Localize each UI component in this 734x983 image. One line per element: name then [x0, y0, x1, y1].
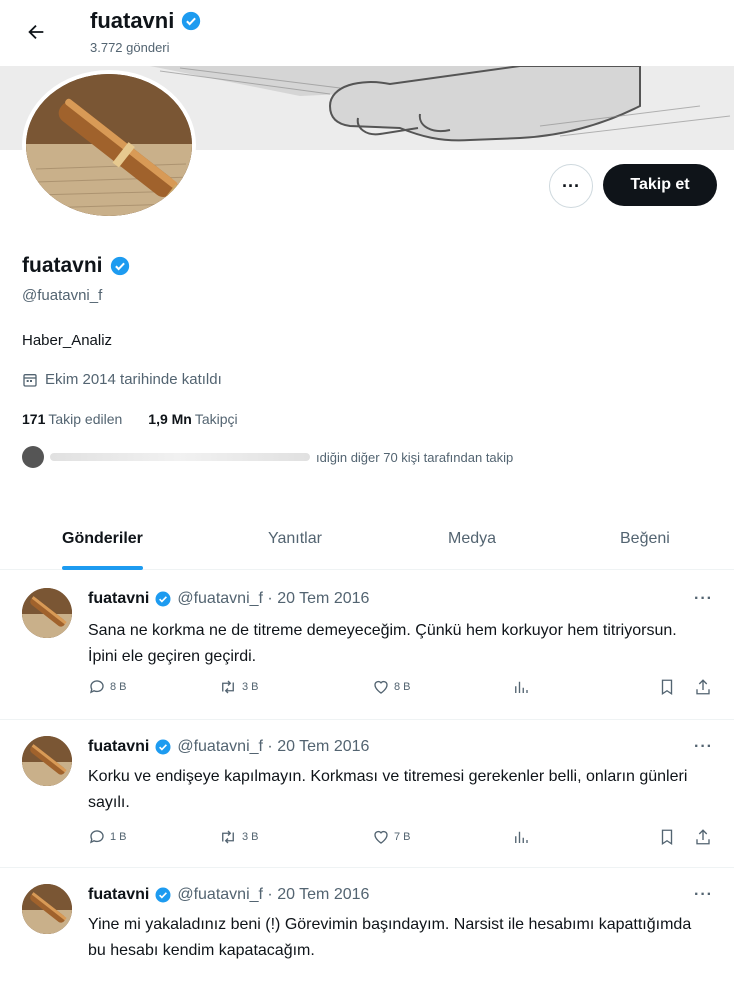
share-button[interactable] [694, 828, 712, 846]
following-count: 171 [22, 411, 46, 427]
tweet-text: Sana ne korkma ne de titreme demeyeceğim… [88, 622, 677, 665]
tab-media[interactable]: Medya [448, 508, 496, 570]
blurred-names [50, 453, 310, 461]
retweet-count: 3 B [242, 831, 259, 843]
tweet-avatar[interactable] [22, 588, 72, 638]
like-count: 8 B [394, 681, 411, 693]
profile-bio: Haber_Analiz [22, 332, 113, 349]
tweet-author-name[interactable]: fuatavni [88, 738, 149, 756]
verified-badge-icon [182, 11, 201, 31]
followed-by-text: ıdiğin diğer 70 kişi tarafından takip [316, 449, 514, 465]
tweet-meta[interactable]: @fuatavni_f · 20 Tem 2016 [177, 738, 369, 756]
active-tab-indicator [62, 566, 143, 570]
tweet[interactable]: fuatavni @fuatavni_f · 20 Tem 2016 ··· Y… [0, 868, 734, 983]
tab-posts[interactable]: Gönderiler [62, 508, 143, 570]
more-options-button[interactable]: ··· [549, 164, 593, 208]
reply-button[interactable]: 8 B [88, 678, 127, 696]
retweet-count: 3 B [242, 681, 259, 693]
views-chart-icon [515, 681, 528, 693]
retweet-icon [222, 680, 234, 694]
bookmark-icon [661, 679, 673, 696]
tweet-meta[interactable]: @fuatavni_f · 20 Tem 2016 [177, 590, 369, 608]
post-count: 3.772 gönderi [90, 40, 170, 55]
reply-count: 8 B [110, 681, 127, 693]
views-chart-icon [515, 831, 528, 843]
join-date-text: Ekim 2014 tarihinde katıldı [45, 371, 222, 388]
share-icon [696, 679, 710, 695]
bookmark-button[interactable] [658, 828, 676, 846]
profile-display-name: fuatavni [22, 254, 103, 277]
profile-tabs: Gönderiler Yanıtlar Medya Beğeni [0, 508, 734, 570]
tweet-more-icon[interactable]: ··· [694, 738, 713, 756]
tab-label: Yanıtlar [268, 530, 322, 547]
profile-avatar[interactable] [22, 70, 196, 220]
verified-badge-icon [155, 591, 171, 607]
reply-icon [89, 680, 104, 694]
tweet-author-name[interactable]: fuatavni [88, 590, 149, 608]
tab-replies[interactable]: Yanıtlar [268, 508, 322, 570]
verified-badge-icon [110, 256, 129, 276]
tweet-meta[interactable]: @fuatavni_f · 20 Tem 2016 [177, 886, 369, 904]
tab-label: Gönderiler [62, 530, 143, 547]
retweet-button[interactable]: 3 B [218, 678, 259, 696]
reply-icon [89, 830, 104, 844]
share-icon [696, 829, 710, 845]
tweet-header: fuatavni @fuatavni_f · 20 Tem 2016 [88, 738, 369, 756]
join-date: Ekim 2014 tarihinde katıldı [22, 371, 222, 388]
like-button[interactable]: 7 B [372, 828, 411, 846]
profile-handle: @fuatavni_f [22, 287, 103, 304]
verified-badge-icon [155, 887, 171, 903]
top-bar: fuatavni 3.772 gönderi [0, 0, 734, 66]
followers-label: Takipçi [194, 411, 238, 427]
following-link[interactable]: 171 Takip edilen [22, 411, 122, 427]
followers-link[interactable]: 1,9 Mn Takipçi [148, 411, 237, 427]
tab-likes[interactable]: Beğeni [620, 508, 670, 570]
profile-name: fuatavni [22, 254, 131, 278]
follow-button[interactable]: Takip et [603, 164, 717, 206]
heart-icon [374, 680, 388, 694]
like-count: 7 B [394, 831, 411, 843]
followed-by[interactable]: ıdiğin diğer 70 kişi tarafından takip [22, 446, 513, 468]
follow-stats: 171 Takip edilen 1,9 Mn Takipçi [22, 411, 238, 427]
bookmark-button[interactable] [658, 678, 676, 696]
tweet-actions: 8 B 3 B 8 B [88, 678, 718, 702]
reply-count: 1 B [110, 831, 127, 843]
bookmark-icon [661, 829, 673, 846]
header-title: fuatavni [90, 8, 202, 34]
verified-badge-icon [155, 739, 171, 755]
tab-label: Beğeni [620, 530, 670, 547]
tweet-header: fuatavni @fuatavni_f · 20 Tem 2016 [88, 590, 369, 608]
reply-button[interactable]: 1 B [88, 828, 127, 846]
share-button[interactable] [694, 678, 712, 696]
like-button[interactable]: 8 B [372, 678, 411, 696]
tweet-actions: 1 B 3 B 7 B [88, 828, 718, 852]
following-label: Takip edilen [48, 411, 123, 427]
back-arrow-icon[interactable] [22, 18, 50, 46]
tweet-text: Korku ve endişeye kapılmayın. Korkması v… [88, 768, 688, 811]
follower-avatars [22, 446, 44, 468]
tweet-avatar[interactable] [22, 736, 72, 786]
retweet-button[interactable]: 3 B [218, 828, 259, 846]
tweet-more-icon[interactable]: ··· [694, 590, 713, 608]
tweet-more-icon[interactable]: ··· [694, 886, 713, 904]
tweet[interactable]: fuatavni @fuatavni_f · 20 Tem 2016 ··· S… [0, 572, 734, 720]
followers-count: 1,9 Mn [148, 411, 192, 427]
tweet[interactable]: fuatavni @fuatavni_f · 20 Tem 2016 ··· K… [0, 720, 734, 868]
tweet-avatar[interactable] [22, 884, 72, 934]
tweet-header: fuatavni @fuatavni_f · 20 Tem 2016 [88, 886, 369, 904]
tweet-text: Yine mi yakaladınız beni (!) Görevimin b… [88, 916, 692, 959]
views-button[interactable] [512, 828, 530, 846]
tweet-author-name[interactable]: fuatavni [88, 886, 149, 904]
header-name: fuatavni [90, 8, 175, 33]
retweet-icon [222, 830, 234, 844]
views-button[interactable] [512, 678, 530, 696]
calendar-icon [23, 373, 37, 387]
tab-label: Medya [448, 530, 497, 547]
heart-icon [374, 830, 388, 844]
